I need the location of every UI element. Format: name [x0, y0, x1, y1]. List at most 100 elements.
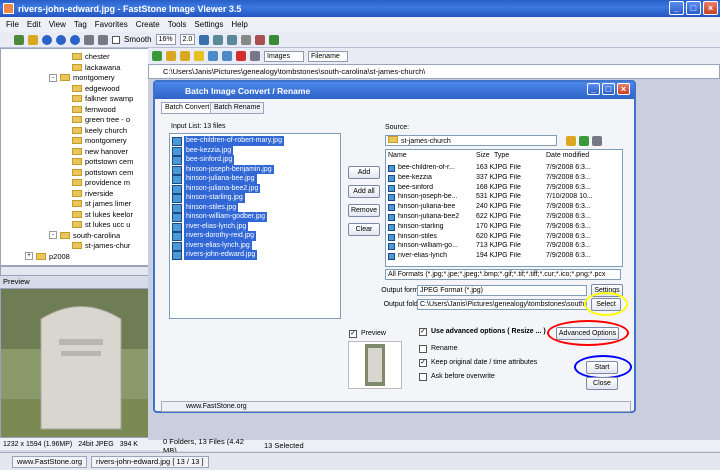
copy-icon[interactable] — [208, 51, 218, 61]
remove-button[interactable]: Remove — [348, 204, 380, 217]
filter-select[interactable]: Images — [264, 50, 304, 62]
input-list-item[interactable]: hinson-william-godber.jpg — [172, 212, 267, 222]
source-file-list[interactable]: Name Size Type Date modified bee-childre… — [385, 149, 623, 267]
menu-tag[interactable]: Tag — [70, 20, 91, 29]
folder-tree[interactable]: chester lackawana - montgomery edgewood falkn… — [0, 48, 160, 266]
col-size[interactable]: Size — [476, 152, 494, 159]
tree-item[interactable]: chester — [61, 51, 110, 62]
expand-icon[interactable]: - — [49, 231, 57, 239]
tree-item[interactable]: falkner swamp — [61, 93, 133, 104]
address-bar[interactable]: C:\Users\Janis\Pictures\genealogy\tombst… — [148, 64, 720, 79]
col-date[interactable]: Date modified — [546, 152, 589, 159]
fullscreen-icon[interactable] — [269, 34, 280, 45]
input-list-item[interactable]: bee-kezzia.jpg — [171, 145, 234, 155]
add-button[interactable]: Add — [348, 166, 380, 179]
menu-file[interactable]: File — [2, 20, 23, 29]
folder-up-icon[interactable] — [579, 136, 589, 146]
tree-item[interactable]: fernwood — [61, 104, 116, 115]
folder-icon[interactable] — [28, 34, 38, 45]
tree-item[interactable]: st-james-chur — [61, 240, 130, 251]
source-folder-select[interactable]: st-james-church — [385, 135, 557, 146]
source-file-row[interactable]: bee-kezzia337 KBJPG File 7/9/2008 6:3... — [388, 174, 616, 184]
source-file-row[interactable]: hinson-juliana-bee2622 KBJPG File 7/9/200… — [388, 213, 616, 223]
back-icon[interactable] — [42, 34, 52, 45]
tree-item[interactable]: riverside — [61, 188, 113, 199]
up-icon[interactable] — [70, 34, 80, 45]
keep-date-checkbox[interactable]: ✓ — [419, 359, 427, 367]
input-list-item[interactable]: river-elias-lynch.jpg — [171, 221, 249, 231]
edit-icon[interactable] — [255, 34, 266, 45]
menu-tools[interactable]: Tools — [164, 20, 191, 29]
source-file-row[interactable]: bee-sinford168 KBJPG File 7/9/2008 6:3... — [388, 184, 616, 194]
preview-checkbox[interactable]: ✓ — [349, 330, 357, 338]
input-list-item[interactable]: hinson-joseph-benjamin.jpg — [172, 164, 274, 174]
clear-button[interactable]: Clear — [348, 223, 380, 236]
tab-batch-convert[interactable]: Batch Convert — [161, 102, 214, 114]
rename-checkbox[interactable] — [419, 345, 427, 353]
tree-item[interactable]: edgewood — [61, 83, 120, 94]
source-file-row[interactable]: hinson-juliana-bee240 KBJPG File 7/9/2008… — [388, 203, 616, 213]
format-filter-select[interactable]: All Formats (*.jpg;*.jpe;*.jpeg;*.bmp;*.… — [385, 269, 621, 280]
input-file-list[interactable]: bee-children-of-robert-mary.jpg bee-kezzi… — [169, 133, 341, 319]
tree-item[interactable]: - montgomery — [49, 72, 115, 83]
website-link[interactable]: www.FastStone.org — [12, 455, 88, 468]
menu-settings[interactable]: Settings — [190, 20, 227, 29]
fit-icon[interactable] — [199, 34, 210, 45]
menu-favorites[interactable]: Favorites — [91, 20, 132, 29]
input-list-item[interactable]: rivers-dorothy-reid.jpg — [171, 231, 257, 241]
zoom-out-icon[interactable] — [98, 34, 108, 45]
input-list-item[interactable]: hinson-juliana-bee.jpg — [172, 174, 257, 184]
use-advanced-checkbox[interactable]: ✓ — [419, 328, 427, 336]
tree-item[interactable]: + p2008 — [25, 251, 70, 262]
menu-help[interactable]: Help — [227, 20, 251, 29]
input-list-item[interactable]: rivers-john-edward.jpg — [171, 250, 258, 260]
col-name[interactable]: Name — [388, 152, 476, 159]
col-type[interactable]: Type — [494, 152, 546, 159]
minimize-button[interactable]: _ — [669, 1, 684, 15]
tree-item[interactable]: montgomery — [61, 135, 127, 146]
add-all-button[interactable]: Add all — [348, 185, 380, 198]
tree-item[interactable]: - south-carolina — [49, 230, 120, 241]
tree-item[interactable]: keely church — [61, 125, 127, 136]
input-list-item[interactable]: hinson-stiles.jpg — [171, 202, 239, 212]
browse-folder-icon[interactable] — [566, 136, 576, 146]
view-icon[interactable] — [592, 136, 602, 146]
zoom-select[interactable]: 16% — [155, 34, 176, 45]
rotate-right-icon[interactable] — [227, 34, 238, 45]
go-icon[interactable] — [152, 51, 162, 61]
tree-item[interactable]: st lukes ucc u — [61, 219, 130, 230]
source-file-row[interactable]: hinson-stiles620 KBJPG File 7/9/2008 6:3.… — [388, 233, 616, 243]
open-icon[interactable] — [14, 34, 24, 45]
tree-item[interactable]: st lukes keelor — [61, 209, 133, 220]
source-file-row[interactable]: hinson-joseph-be...531 KBJPG File 7/10/20… — [388, 193, 616, 203]
tree-item[interactable]: pottstown cem — [61, 167, 133, 178]
tree-item[interactable]: providence m — [61, 177, 130, 188]
crop-icon[interactable] — [241, 34, 252, 45]
input-list-item[interactable]: rivers-elias-lynch.jpg — [172, 240, 252, 250]
dialog-minimize-button[interactable]: _ — [587, 83, 600, 95]
tab-batch-rename[interactable]: Batch Rename — [210, 102, 265, 114]
maximize-button[interactable]: □ — [686, 1, 701, 15]
source-file-row[interactable]: river-elias-lynch194 KBJPG File 7/9/2008 … — [388, 252, 616, 262]
source-file-row[interactable]: hinson-starling170 KBJPG File 7/9/2008 6:… — [388, 223, 616, 233]
dialog-close-button[interactable]: × — [617, 83, 630, 95]
ask-overwrite-checkbox[interactable] — [419, 373, 427, 381]
tree-item[interactable]: green tree - o — [61, 114, 130, 125]
dialog-site-link[interactable]: www.FastStone.org — [186, 403, 247, 410]
tree-item[interactable]: lackawana — [61, 62, 120, 73]
expand-icon[interactable]: + — [25, 252, 33, 260]
menu-edit[interactable]: Edit — [23, 20, 45, 29]
sort-select[interactable]: Filename — [308, 50, 348, 62]
move-icon[interactable] — [222, 51, 232, 61]
close-window-button[interactable]: × — [703, 1, 718, 15]
menu-create[interactable]: Create — [132, 20, 164, 29]
smooth-checkbox[interactable] — [112, 35, 120, 44]
tree-horizontal-scrollbar[interactable] — [0, 266, 160, 276]
input-list-item[interactable]: hinson-juliana-bee2.jpg — [171, 183, 261, 193]
tree-item[interactable]: st james limer — [61, 198, 131, 209]
ratio-select[interactable]: 2.0 — [179, 34, 196, 45]
zoom-in-icon[interactable] — [84, 34, 94, 45]
forward-icon[interactable] — [56, 34, 66, 45]
view-mode-icon[interactable] — [250, 51, 260, 61]
input-list-item[interactable]: bee-children-of-robert-mary.jpg — [172, 136, 284, 146]
